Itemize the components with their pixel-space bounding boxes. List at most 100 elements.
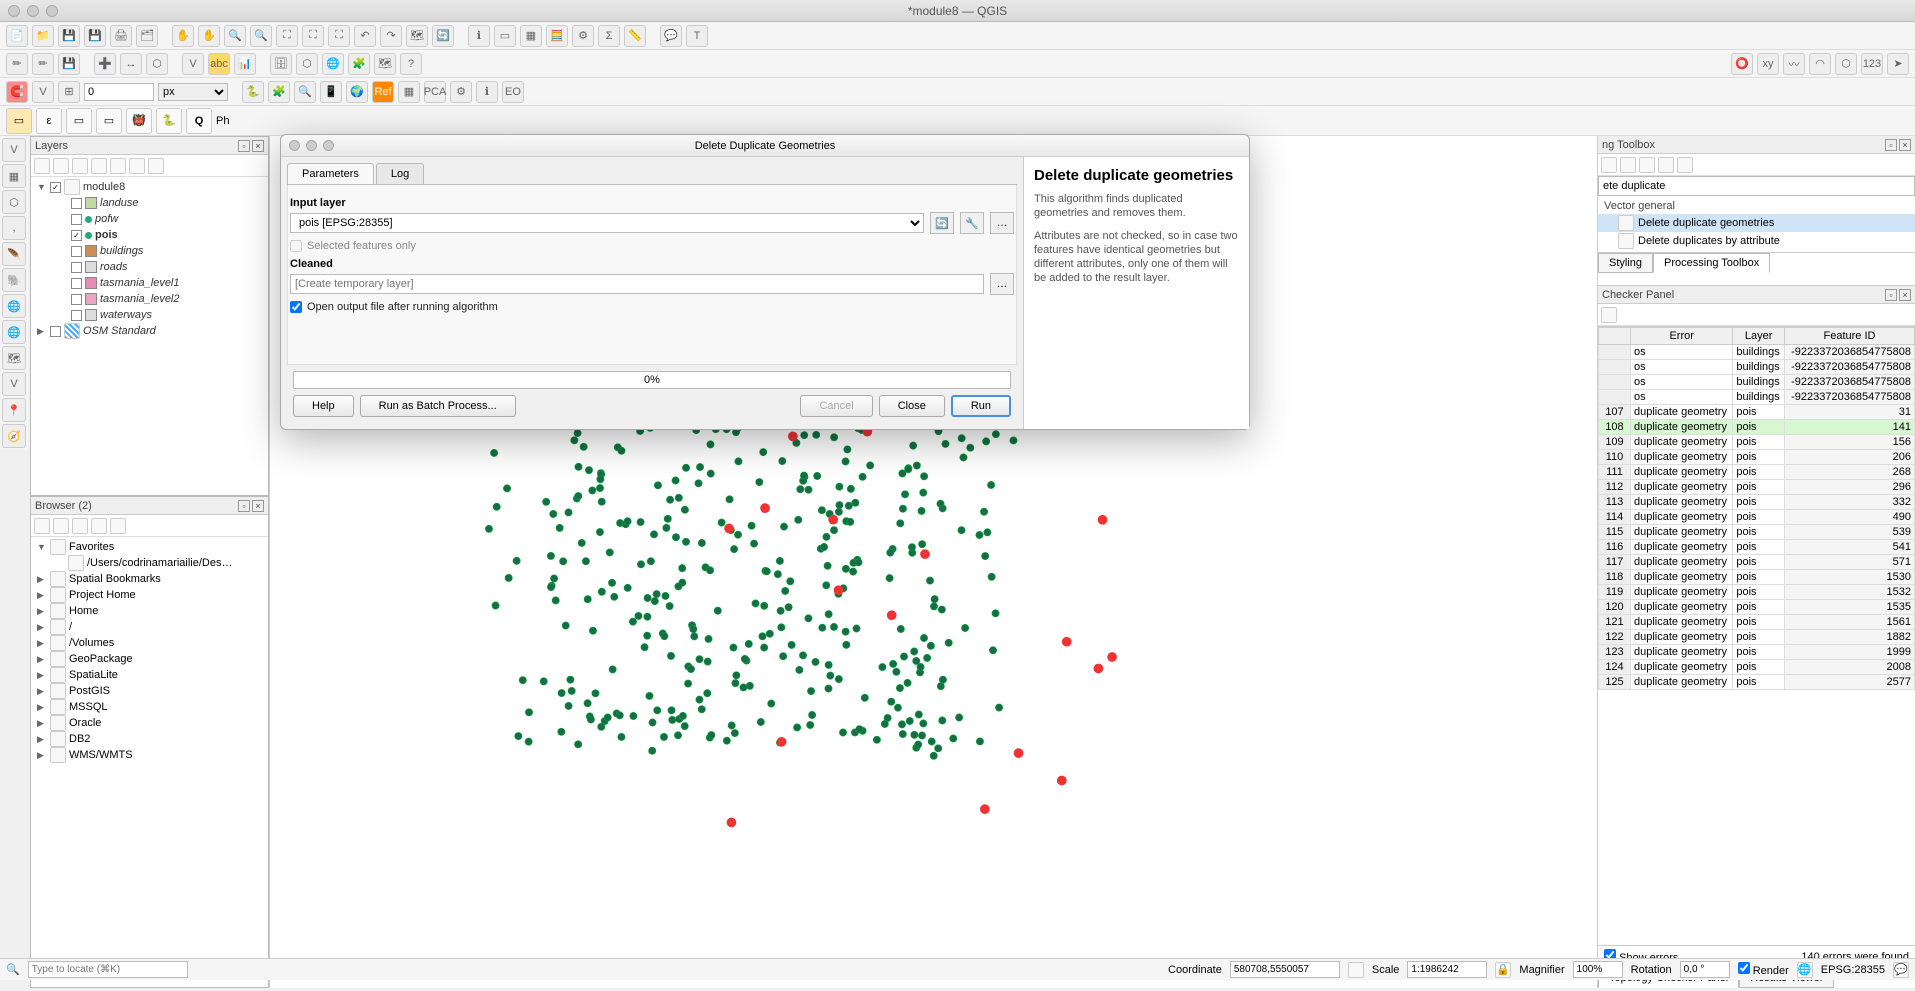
mag-value[interactable]: [1573, 961, 1623, 978]
scale-value[interactable]: [1407, 961, 1487, 978]
arc-icon[interactable]: ◠: [1809, 53, 1831, 75]
run-button[interactable]: Run: [951, 395, 1011, 417]
measure-icon[interactable]: 📏: [624, 25, 646, 47]
table-row[interactable]: 119duplicate geometrypois1532: [1599, 585, 1915, 600]
crs-icon[interactable]: 🌐: [1797, 962, 1813, 978]
browser-item[interactable]: ▶/: [33, 619, 266, 635]
close-button[interactable]: Close: [879, 395, 945, 417]
zoom-out-icon[interactable]: 🔍: [250, 25, 272, 47]
pca-icon[interactable]: PCA: [424, 81, 446, 103]
table-row[interactable]: 125duplicate geometrypois2577: [1599, 675, 1915, 690]
pan-selection-icon[interactable]: ✋: [198, 25, 220, 47]
plugins-icon[interactable]: 🧩: [268, 81, 290, 103]
browser-item[interactable]: ▶GeoPackage: [33, 651, 266, 667]
select-icon[interactable]: ▭: [494, 25, 516, 47]
grid-tool-icon[interactable]: ▦: [398, 81, 420, 103]
table-row[interactable]: 116duplicate geometrypois541: [1599, 540, 1915, 555]
tab-styling[interactable]: Styling: [1598, 253, 1653, 273]
annotation-icon[interactable]: T: [686, 25, 708, 47]
close-panel-icon[interactable]: ×: [252, 500, 264, 512]
style-icon[interactable]: [34, 158, 50, 174]
layer-item[interactable]: tasmania_level2: [33, 291, 266, 307]
no-action-icon[interactable]: ⭕: [1731, 53, 1753, 75]
table-row[interactable]: 123duplicate geometrypois1999: [1599, 645, 1915, 660]
table-row[interactable]: osbuildings-9223372036854775808: [1599, 345, 1915, 360]
add-raster-icon[interactable]: ▦: [2, 164, 26, 188]
field-calc-icon[interactable]: 🧮: [546, 25, 568, 47]
new-project-icon[interactable]: 📄: [6, 25, 28, 47]
expand-toolbox-icon[interactable]: [1601, 157, 1617, 173]
collapse-icon[interactable]: [129, 158, 145, 174]
add-csv-icon[interactable]: ,: [2, 216, 26, 240]
expand-icon[interactable]: [110, 158, 126, 174]
cursor-icon[interactable]: ➤: [1887, 53, 1909, 75]
map-tips-icon[interactable]: 💬: [660, 25, 682, 47]
vertex-icon[interactable]: ⬡: [146, 53, 168, 75]
filter-legend-icon[interactable]: [91, 158, 107, 174]
openeo-icon[interactable]: EO: [502, 81, 524, 103]
batch-button[interactable]: Run as Batch Process...: [360, 395, 516, 417]
close-panel-icon[interactable]: ×: [252, 140, 264, 152]
add-mesh-icon[interactable]: ⬡: [2, 190, 26, 214]
layer-item[interactable]: ✓pois: [33, 227, 266, 243]
table-row[interactable]: 114duplicate geometrypois490: [1599, 510, 1915, 525]
history-icon[interactable]: [1620, 157, 1636, 173]
browser-item[interactable]: ▼Favorites: [33, 539, 266, 555]
result-group[interactable]: Vector general: [1598, 198, 1915, 214]
move-feature-icon[interactable]: ↔: [120, 53, 142, 75]
window-controls[interactable]: [8, 5, 58, 17]
globe-icon[interactable]: 🌍: [346, 81, 368, 103]
table-row[interactable]: 115duplicate geometrypois539: [1599, 525, 1915, 540]
browser-item[interactable]: /Users/codrinamariailie/Des…: [33, 555, 266, 571]
table-row[interactable]: osbuildings-9223372036854775808: [1599, 360, 1915, 375]
osm-icon[interactable]: 🗺: [374, 53, 396, 75]
remove-icon[interactable]: [148, 158, 164, 174]
rot-value[interactable]: [1680, 961, 1730, 978]
crs-label[interactable]: EPSG:28355: [1821, 964, 1885, 976]
table-row[interactable]: osbuildings-9223372036854775808: [1599, 390, 1915, 405]
browser-item[interactable]: ▶Project Home: [33, 587, 266, 603]
results-icon[interactable]: [1639, 157, 1655, 173]
search-icon[interactable]: Q: [186, 108, 212, 134]
close-panel-icon[interactable]: ×: [1899, 289, 1911, 301]
snap-icon[interactable]: 🧲: [6, 81, 28, 103]
deselect-icon[interactable]: ▭: [66, 108, 92, 134]
options-icon[interactable]: [1677, 157, 1693, 173]
refresh-icon[interactable]: 🔄: [432, 25, 454, 47]
properties-icon[interactable]: [110, 518, 126, 534]
select-all-icon[interactable]: ▭: [96, 108, 122, 134]
snap-value-input[interactable]: [84, 83, 154, 101]
numbers-icon[interactable]: 123: [1861, 53, 1883, 75]
tab-parameters[interactable]: Parameters: [287, 163, 374, 184]
table-row[interactable]: 112duplicate geometrypois296: [1599, 480, 1915, 495]
expression-icon[interactable]: 👹: [126, 108, 152, 134]
filter-browser-icon[interactable]: [72, 518, 88, 534]
select-expr-icon[interactable]: ε: [36, 108, 62, 134]
coord-value[interactable]: [1230, 961, 1340, 978]
add-postgis-icon[interactable]: 🐘: [2, 268, 26, 292]
identify-icon[interactable]: ℹ: [468, 25, 490, 47]
processing-icon[interactable]: ⚙: [450, 81, 472, 103]
zoom-last-icon[interactable]: ↶: [354, 25, 376, 47]
select-rect-icon[interactable]: ▭: [6, 108, 32, 134]
layout-manager-icon[interactable]: 🗂: [136, 25, 158, 47]
attribute-table-icon[interactable]: ▦: [520, 25, 542, 47]
validate-icon[interactable]: [1601, 307, 1617, 323]
result-item[interactable]: Delete duplicates by attribute: [1598, 232, 1915, 250]
add-virtual-icon[interactable]: V: [2, 372, 26, 396]
layer-item[interactable]: pofw: [33, 211, 266, 227]
output-browse-icon[interactable]: …: [990, 273, 1014, 295]
vertex-tool-icon[interactable]: V: [32, 81, 54, 103]
coord-capture-icon[interactable]: xy: [1757, 53, 1779, 75]
plugin-icon[interactable]: 🧩: [348, 53, 370, 75]
input-layer-select[interactable]: pois [EPSG:28355]: [290, 213, 924, 233]
open-project-icon[interactable]: 📁: [32, 25, 54, 47]
layer-item[interactable]: landuse: [33, 195, 266, 211]
table-row[interactable]: 124duplicate geometrypois2008: [1599, 660, 1915, 675]
metasearch-icon[interactable]: 🔍: [294, 81, 316, 103]
help-icon[interactable]: ?: [400, 53, 422, 75]
browser-item[interactable]: ▶SpatiaLite: [33, 667, 266, 683]
table-row[interactable]: osbuildings-9223372036854775808: [1599, 375, 1915, 390]
save-edits-icon[interactable]: 💾: [58, 53, 80, 75]
add-wms-icon[interactable]: 🌐: [2, 294, 26, 318]
